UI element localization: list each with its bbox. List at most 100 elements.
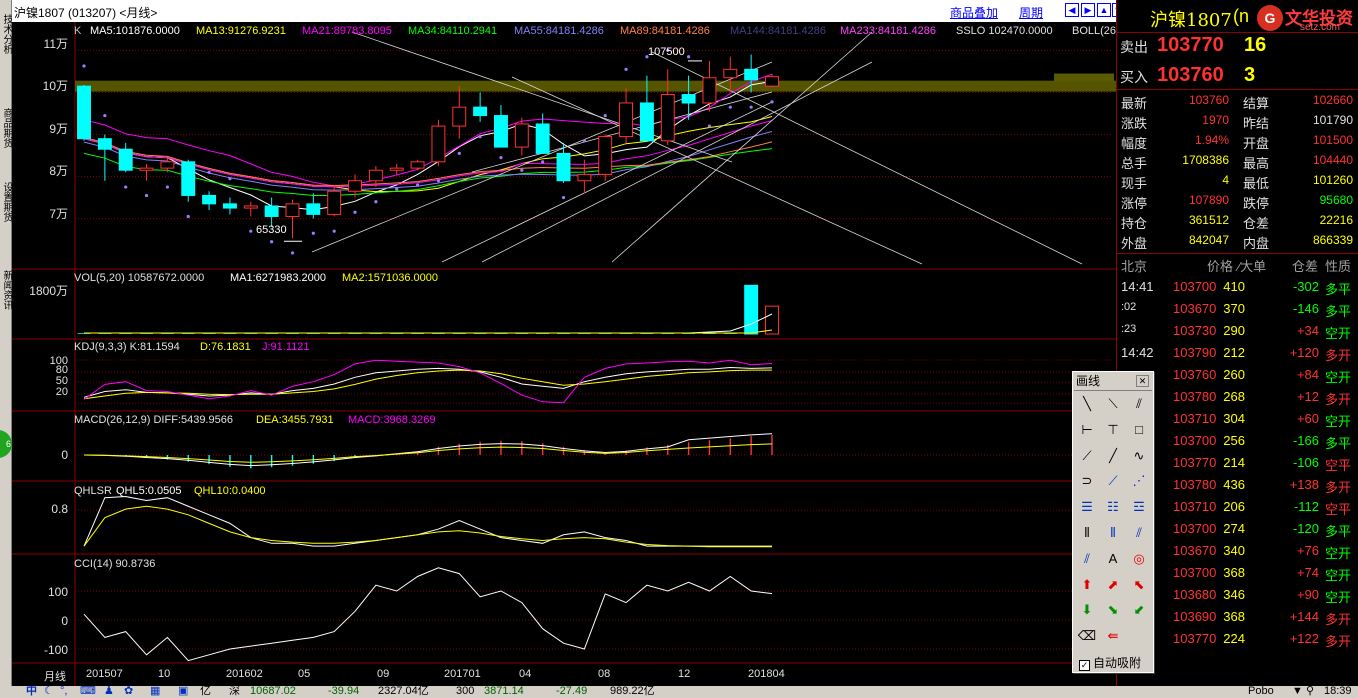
sar-dot — [82, 64, 86, 68]
sar-dot — [749, 105, 753, 109]
close-icon[interactable]: ✕ — [1136, 375, 1149, 387]
ticks-header: 北京 价格 ⁄大单 仓差 性质 — [1117, 254, 1358, 276]
parallel-tool-icon[interactable]: ⫽ — [1128, 394, 1150, 414]
commodity-overlay-link[interactable]: 商品叠加 — [950, 4, 998, 21]
keyboard-icon[interactable]: ⌨ — [80, 686, 96, 698]
kdj-d-label: D:76.1831 — [200, 341, 251, 353]
tick-nature: 空平 — [1325, 502, 1352, 517]
ime-punct-icon[interactable]: °, — [60, 686, 67, 698]
up-arrow-icon[interactable]: ⬆ — [1076, 575, 1098, 595]
trend-line-icon[interactable]: ⟋ — [1076, 446, 1098, 466]
boll-label: BOLL(26 — [1072, 25, 1117, 37]
ime-user-icon[interactable]: ♟ — [104, 686, 114, 698]
quote-field-label: 内盘 — [1243, 236, 1270, 251]
eraser-icon[interactable]: ⌫ — [1076, 626, 1098, 646]
speed-line-icon[interactable]: ⋰ — [1128, 471, 1150, 491]
circle-target-icon[interactable]: ◎ — [1128, 549, 1150, 569]
x-tick: 201602 — [226, 668, 263, 680]
tick-volume: 346 — [1223, 587, 1245, 602]
qhlsr-label: QHLSR — [74, 485, 112, 497]
quote-header: 沪镍1807 (n G 文华投资 setz.com — [1117, 0, 1358, 33]
quote-field-label: 幅度 — [1121, 136, 1148, 151]
tick-volume: 274 — [1223, 521, 1245, 536]
k-label: K — [74, 25, 82, 37]
andrews-pitchfork-icon[interactable]: ⫽ — [1076, 549, 1098, 569]
down-arrow-icon[interactable]: ⬇ — [1076, 600, 1098, 620]
sar-dot — [395, 187, 399, 191]
tick-oi-change: +90 — [1296, 587, 1319, 602]
up-left-arrow-icon[interactable]: ⬉ — [1128, 575, 1150, 595]
period-link[interactable]: 周期 — [1019, 4, 1043, 21]
ime-more-icon[interactable]: ▣ — [178, 686, 188, 698]
tick-nature: 多开 — [1325, 392, 1352, 407]
tick-nature: 多开 — [1325, 612, 1352, 627]
sar-dot — [770, 100, 774, 104]
sar-dot — [541, 160, 545, 164]
ma13-label: MA13:91276.9231 — [196, 25, 286, 37]
channel-tool-icon[interactable]: ⫽ — [1128, 523, 1150, 543]
candle-up — [160, 161, 175, 169]
tick-nature: 空开 — [1325, 414, 1352, 429]
fib-cycle-icon[interactable]: ⦀ — [1102, 523, 1124, 543]
auto-snap-checkbox[interactable]: ✓ 自动吸附 — [1079, 654, 1141, 671]
arc-tool-icon[interactable]: ⊃ — [1076, 471, 1098, 491]
draw-tools-palette[interactable]: 画线 ✕ ╲ ⟍ ⫽ ⊢ ⊤ □ ⟋ ╱ ∿ ⊃ ⟋ ⋰ ☰ ☷ ☲ ⦀ ⦀ ⫽ ⫽ A ◎ ⬆ ⬈ ⬉ ⬇ ⬊ ⬋ ⌫ ⇚ ✓ 自动吸附 — [1072, 371, 1154, 673]
tab-settings-futures[interactable]: 设置期货 — [0, 170, 12, 234]
candle-down — [202, 194, 217, 205]
ime-tool-icon[interactable]: ▦ — [150, 686, 160, 698]
wave-tool-icon[interactable]: ∿ — [1128, 446, 1150, 466]
tab-technical-analysis[interactable]: 技术分析 — [0, 4, 12, 64]
ma34-label: MA34:84110.2941 — [408, 25, 498, 37]
segment-tool-icon[interactable]: ╱ — [1102, 446, 1124, 466]
sar-dot — [103, 113, 107, 118]
horizontal-line-icon[interactable]: ⊢ — [1076, 420, 1098, 440]
scroll-right-button[interactable]: ▶ — [1081, 3, 1095, 17]
chart-area[interactable]: K MA5:101876.0000 MA13:91276.9231 MA21:8… — [12, 22, 1116, 686]
tick-row[interactable]: :02 103670 370 -146 多平 — [1117, 298, 1357, 320]
fib-extension-icon[interactable]: ☲ — [1128, 497, 1150, 517]
tick-price: 103710 — [1173, 411, 1217, 426]
line-tool-icon[interactable]: ╲ — [1076, 394, 1098, 414]
tick-price: 103700 — [1173, 521, 1217, 536]
rectangle-tool-icon[interactable]: □ — [1128, 420, 1150, 440]
quote-field-label: 涨跌 — [1121, 116, 1148, 131]
kdj-label: KDJ(9,3,3) K:81.1594 — [74, 341, 180, 353]
tick-oi-change: +122 — [1289, 631, 1319, 646]
quote-field-value: 101260 — [1312, 173, 1353, 187]
tab-news[interactable]: 新闻资讯 — [0, 258, 12, 322]
text-tool-icon[interactable]: A — [1102, 549, 1124, 569]
ime-skin-icon[interactable]: ✿ — [124, 686, 133, 698]
tick-price: 103700 — [1173, 565, 1217, 580]
down-right-arrow-icon[interactable]: ⬊ — [1102, 600, 1124, 620]
candle-up — [410, 161, 425, 169]
tick-row[interactable]: 14:42 103790 212 +120 多开 — [1117, 342, 1357, 364]
zoom-in-button[interactable]: ▲ — [1097, 3, 1111, 17]
quote-field-label: 最高 — [1243, 156, 1270, 171]
fibonacci-fan-icon[interactable]: ⟋ — [1102, 471, 1124, 491]
tick-volume: 290 — [1223, 323, 1245, 338]
green-badge-icon[interactable]: 6 — [0, 430, 12, 458]
vertical-line-icon[interactable]: ⊤ — [1102, 420, 1124, 440]
quote-field-value: 361512 — [1188, 213, 1229, 227]
gann-grid-icon[interactable]: ☷ — [1102, 497, 1124, 517]
down-left-arrow-icon[interactable]: ⬋ — [1128, 600, 1150, 620]
tick-volume: 340 — [1223, 543, 1245, 558]
up-right-arrow-icon[interactable]: ⬈ — [1102, 575, 1124, 595]
tick-row[interactable]: 14:41 103700 410 -302 多平 — [1117, 276, 1357, 298]
ray-tool-icon[interactable]: ⟍ — [1102, 394, 1124, 414]
ime-moon-icon[interactable]: ☾ — [44, 686, 54, 698]
candle-up — [702, 77, 717, 104]
cycle-line-icon[interactable]: ⦀ — [1076, 523, 1098, 543]
tick-price: 103780 — [1173, 389, 1217, 404]
x-tick: 10 — [158, 668, 171, 680]
scroll-left-button[interactable]: ◀ — [1065, 3, 1079, 17]
tick-row[interactable]: :23 103730 290 +34 空开 — [1117, 320, 1357, 342]
delete-lines-icon[interactable]: ⇚ — [1102, 626, 1124, 646]
fib-retracement-icon[interactable]: ☰ — [1076, 497, 1098, 517]
pobo-label: Pobo — [1248, 686, 1274, 697]
vol-tick: 1800万 — [29, 284, 68, 298]
sz-change: -39.94 — [328, 686, 360, 697]
tab-commodity-futures[interactable]: 商品期货 — [0, 96, 12, 160]
ime-indicator[interactable]: 中 — [26, 686, 37, 698]
status-bar: 中 ☾ °, ⌨ ♟ ✿ ▦ ▣ 亿 深 10687.02 -39.94 232… — [0, 686, 1358, 698]
